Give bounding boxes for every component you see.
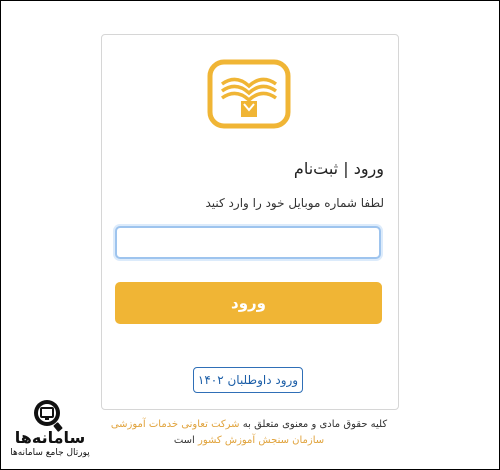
applicants-login-button[interactable]: ورود داوطلبان ۱۴۰۲ — [193, 367, 303, 393]
mobile-hint-label: لطفا شماره موبایل خود را وارد کنید — [205, 196, 384, 210]
footer-link-cooperative[interactable]: شرکت تعاونی خدمات آموزشی — [111, 419, 240, 430]
magnifier-monitor-icon — [34, 400, 63, 432]
footer-text-prefix: کلیه حقوق مادی و معنوی متعلق به — [239, 419, 388, 430]
login-button[interactable]: ورود — [115, 282, 382, 324]
open-book-logo-icon — [207, 59, 291, 129]
copyright-footer: کلیه حقوق مادی و معنوی متعلق به شرکت تعا… — [101, 417, 397, 449]
watermark-logo: سامانه‌ها پورتال جامع سامانه‌ها — [8, 398, 92, 462]
watermark-subtitle: پورتال جامع سامانه‌ها — [10, 448, 90, 458]
mobile-number-input[interactable] — [115, 226, 381, 259]
footer-text-suffix: است — [173, 435, 198, 446]
page-title: ورود | ثبت‌نام — [293, 159, 384, 178]
footer-link-sanjesh[interactable]: سازمان سنجش آموزش کشور — [198, 435, 324, 446]
watermark-brand: سامانه‌ها — [14, 428, 86, 447]
